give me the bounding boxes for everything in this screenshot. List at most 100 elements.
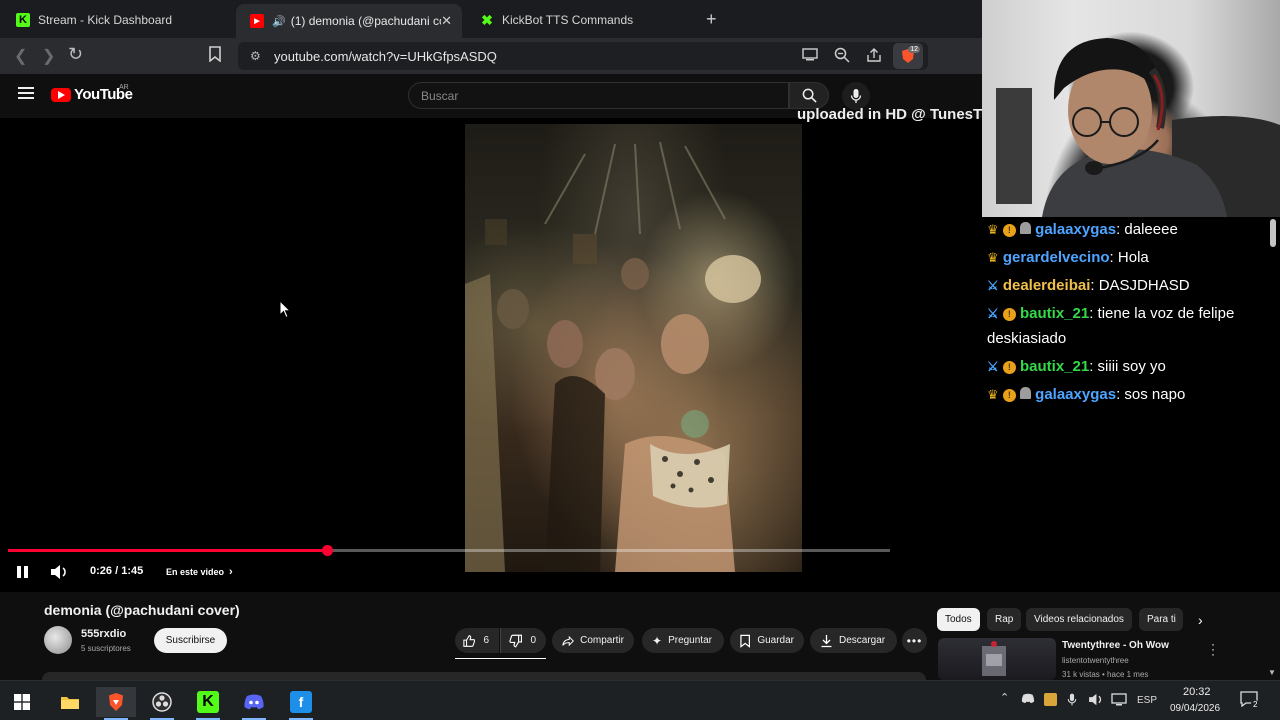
tray-chevron-icon[interactable]: ⌃ [1000,691,1009,704]
like-count: 6 [483,635,489,646]
kick-app-icon[interactable]: K [188,687,228,720]
site-info-icon[interactable]: ⚙ [250,49,261,63]
channel-avatar[interactable] [44,626,72,654]
obs-icon[interactable] [142,687,182,720]
pause-icon [17,566,28,578]
forward-icon[interactable]: ❯ [42,46,55,66]
file-explorer-icon[interactable] [50,687,90,717]
chip-todos[interactable]: Todos [937,608,980,631]
recommendation-title[interactable]: Twentythree - Oh Wow [1062,640,1169,651]
youtube-logo[interactable]: YouTube AR [51,84,133,103]
country-code: AR [119,84,129,91]
windows-start-icon[interactable] [2,687,42,717]
network-tray-icon[interactable] [1111,693,1127,709]
clock-date[interactable]: 09/04/2026 [1170,703,1220,714]
like-bar-underline [455,658,546,659]
new-tab-icon[interactable]: + [706,9,717,30]
notes-app-icon[interactable]: f [281,687,321,720]
mouse-cursor-icon [279,300,291,319]
coin-badge-icon: ! [1002,361,1016,374]
chat-username: gerardelvecino [1002,249,1110,266]
clock-time[interactable]: 20:32 [1183,686,1211,698]
brave-browser-icon[interactable] [96,687,136,720]
download-button[interactable]: Descargar [810,628,897,653]
sword-badge-icon: ⚔ [987,306,999,321]
subscriber-count: 5 suscriptores [81,644,131,653]
channel-name[interactable]: 555rxdio [81,628,126,640]
like-button[interactable]: 6 [455,628,499,653]
chevron-right-icon: › [229,566,233,578]
download-label: Descargar [839,635,886,646]
chip-related[interactable]: Videos relacionados [1026,608,1132,631]
chat-username: bautix_21 [1020,305,1090,322]
address-bar[interactable]: ⚙ youtube.com/watch?v=UHkGfpsASDQ [238,42,928,70]
recommendation-thumbnail[interactable] [938,638,1056,680]
speaker-tray-icon[interactable] [1088,693,1104,709]
discord-tray-icon[interactable] [1021,693,1035,707]
progress-scrubber[interactable] [322,545,334,556]
chat-message: ⚔ ! bautix_21: siiii soy yo [987,358,1166,375]
thumbs-down-icon [509,634,523,647]
chapter-button[interactable]: En este video › [166,566,233,578]
progress-played [8,549,328,552]
save-button[interactable]: Guardar [730,628,804,653]
windows-taskbar: K f ⌃ ESP 20:32 09/04/2026 2 [0,680,1280,720]
time-separator: / [112,565,122,577]
brave-shields-icon[interactable]: 12 [893,43,923,69]
back-icon[interactable]: ❮ [14,46,27,66]
microphone-tray-icon[interactable] [1067,692,1077,710]
chat-message: ⚔ ! bautix_21: tiene la voz de felipe de… [987,305,1235,347]
speaker-icon[interactable]: 🔊 [272,15,286,28]
tray-app-icon[interactable] [1044,693,1057,709]
more-vertical-icon[interactable]: · · · [1211,638,1215,660]
video-frame[interactable] [465,124,802,572]
chat-username: galaaxygas [1035,221,1117,238]
recommendation-stats: 31 k vistas • hace 1 mes [1062,670,1149,679]
url-text: youtube.com/watch?v=UHkGfpsASDQ [274,48,497,64]
hamburger-menu-icon[interactable] [18,87,34,99]
chat-text: DASJDHASD [1098,277,1190,294]
volume-icon [51,565,66,579]
tab-youtube-video[interactable]: ▶ 🔊 (1) demonia (@pachudani cov ✕ [236,4,462,38]
chevron-right-icon[interactable]: › [1198,612,1203,628]
zoom-icon[interactable] [834,47,850,68]
more-actions-button[interactable]: ••• [902,628,927,653]
tab-title: KickBot TTS Commands [502,13,634,27]
progress-bar[interactable] [8,545,890,556]
crown-badge-icon: ♛ [987,387,999,402]
pause-button[interactable] [16,565,29,579]
ask-label: Preguntar [668,635,712,646]
chip-rap[interactable]: Rap [987,608,1022,631]
subscribe-button[interactable]: Suscribirse [154,628,227,653]
share-button[interactable]: Compartir [552,628,634,653]
kickbot-icon: ✖ [481,11,493,28]
notification-center-icon[interactable]: 2 [1240,691,1260,710]
recommendation-channel[interactable]: listentotwentythree [1062,656,1129,665]
tab-kickbot-commands[interactable]: ✖ KickBot TTS Commands [466,5,696,35]
tab-kick-dashboard[interactable]: K Stream - Kick Dashboard [2,5,232,35]
coin-badge-icon: ! [1002,224,1016,237]
chat-text: siiii soy yo [1097,358,1166,375]
scroll-down-arrow-icon[interactable]: ▼ [1268,668,1276,677]
close-tab-icon[interactable]: ✕ [441,13,452,29]
reload-icon[interactable]: ↻ [68,44,83,65]
discord-icon[interactable] [234,687,274,720]
ghost-badge-icon [1020,387,1031,399]
page-scrollbar[interactable] [1270,219,1276,247]
search-input[interactable]: Buscar [408,82,789,109]
share-icon[interactable] [866,47,882,68]
thumbs-up-icon [463,634,476,647]
volume-button[interactable] [50,564,69,580]
time-display: 0:26 / 1:45 [90,565,143,577]
notification-count: 2 [1251,700,1260,709]
chat-message: ♛ ! galaaxygas: daleeee [987,221,1178,238]
chip-for-you[interactable]: Para ti [1139,608,1183,631]
bookmark-icon[interactable] [208,46,222,67]
dislike-button[interactable]: 0 [500,628,546,653]
ask-button[interactable]: ✦ Preguntar [642,628,724,653]
language-indicator[interactable]: ESP [1137,695,1157,706]
search-button[interactable] [789,82,829,109]
save-bookmark-icon [740,634,750,648]
cast-icon[interactable] [802,48,818,66]
youtube-play-icon [51,87,71,102]
